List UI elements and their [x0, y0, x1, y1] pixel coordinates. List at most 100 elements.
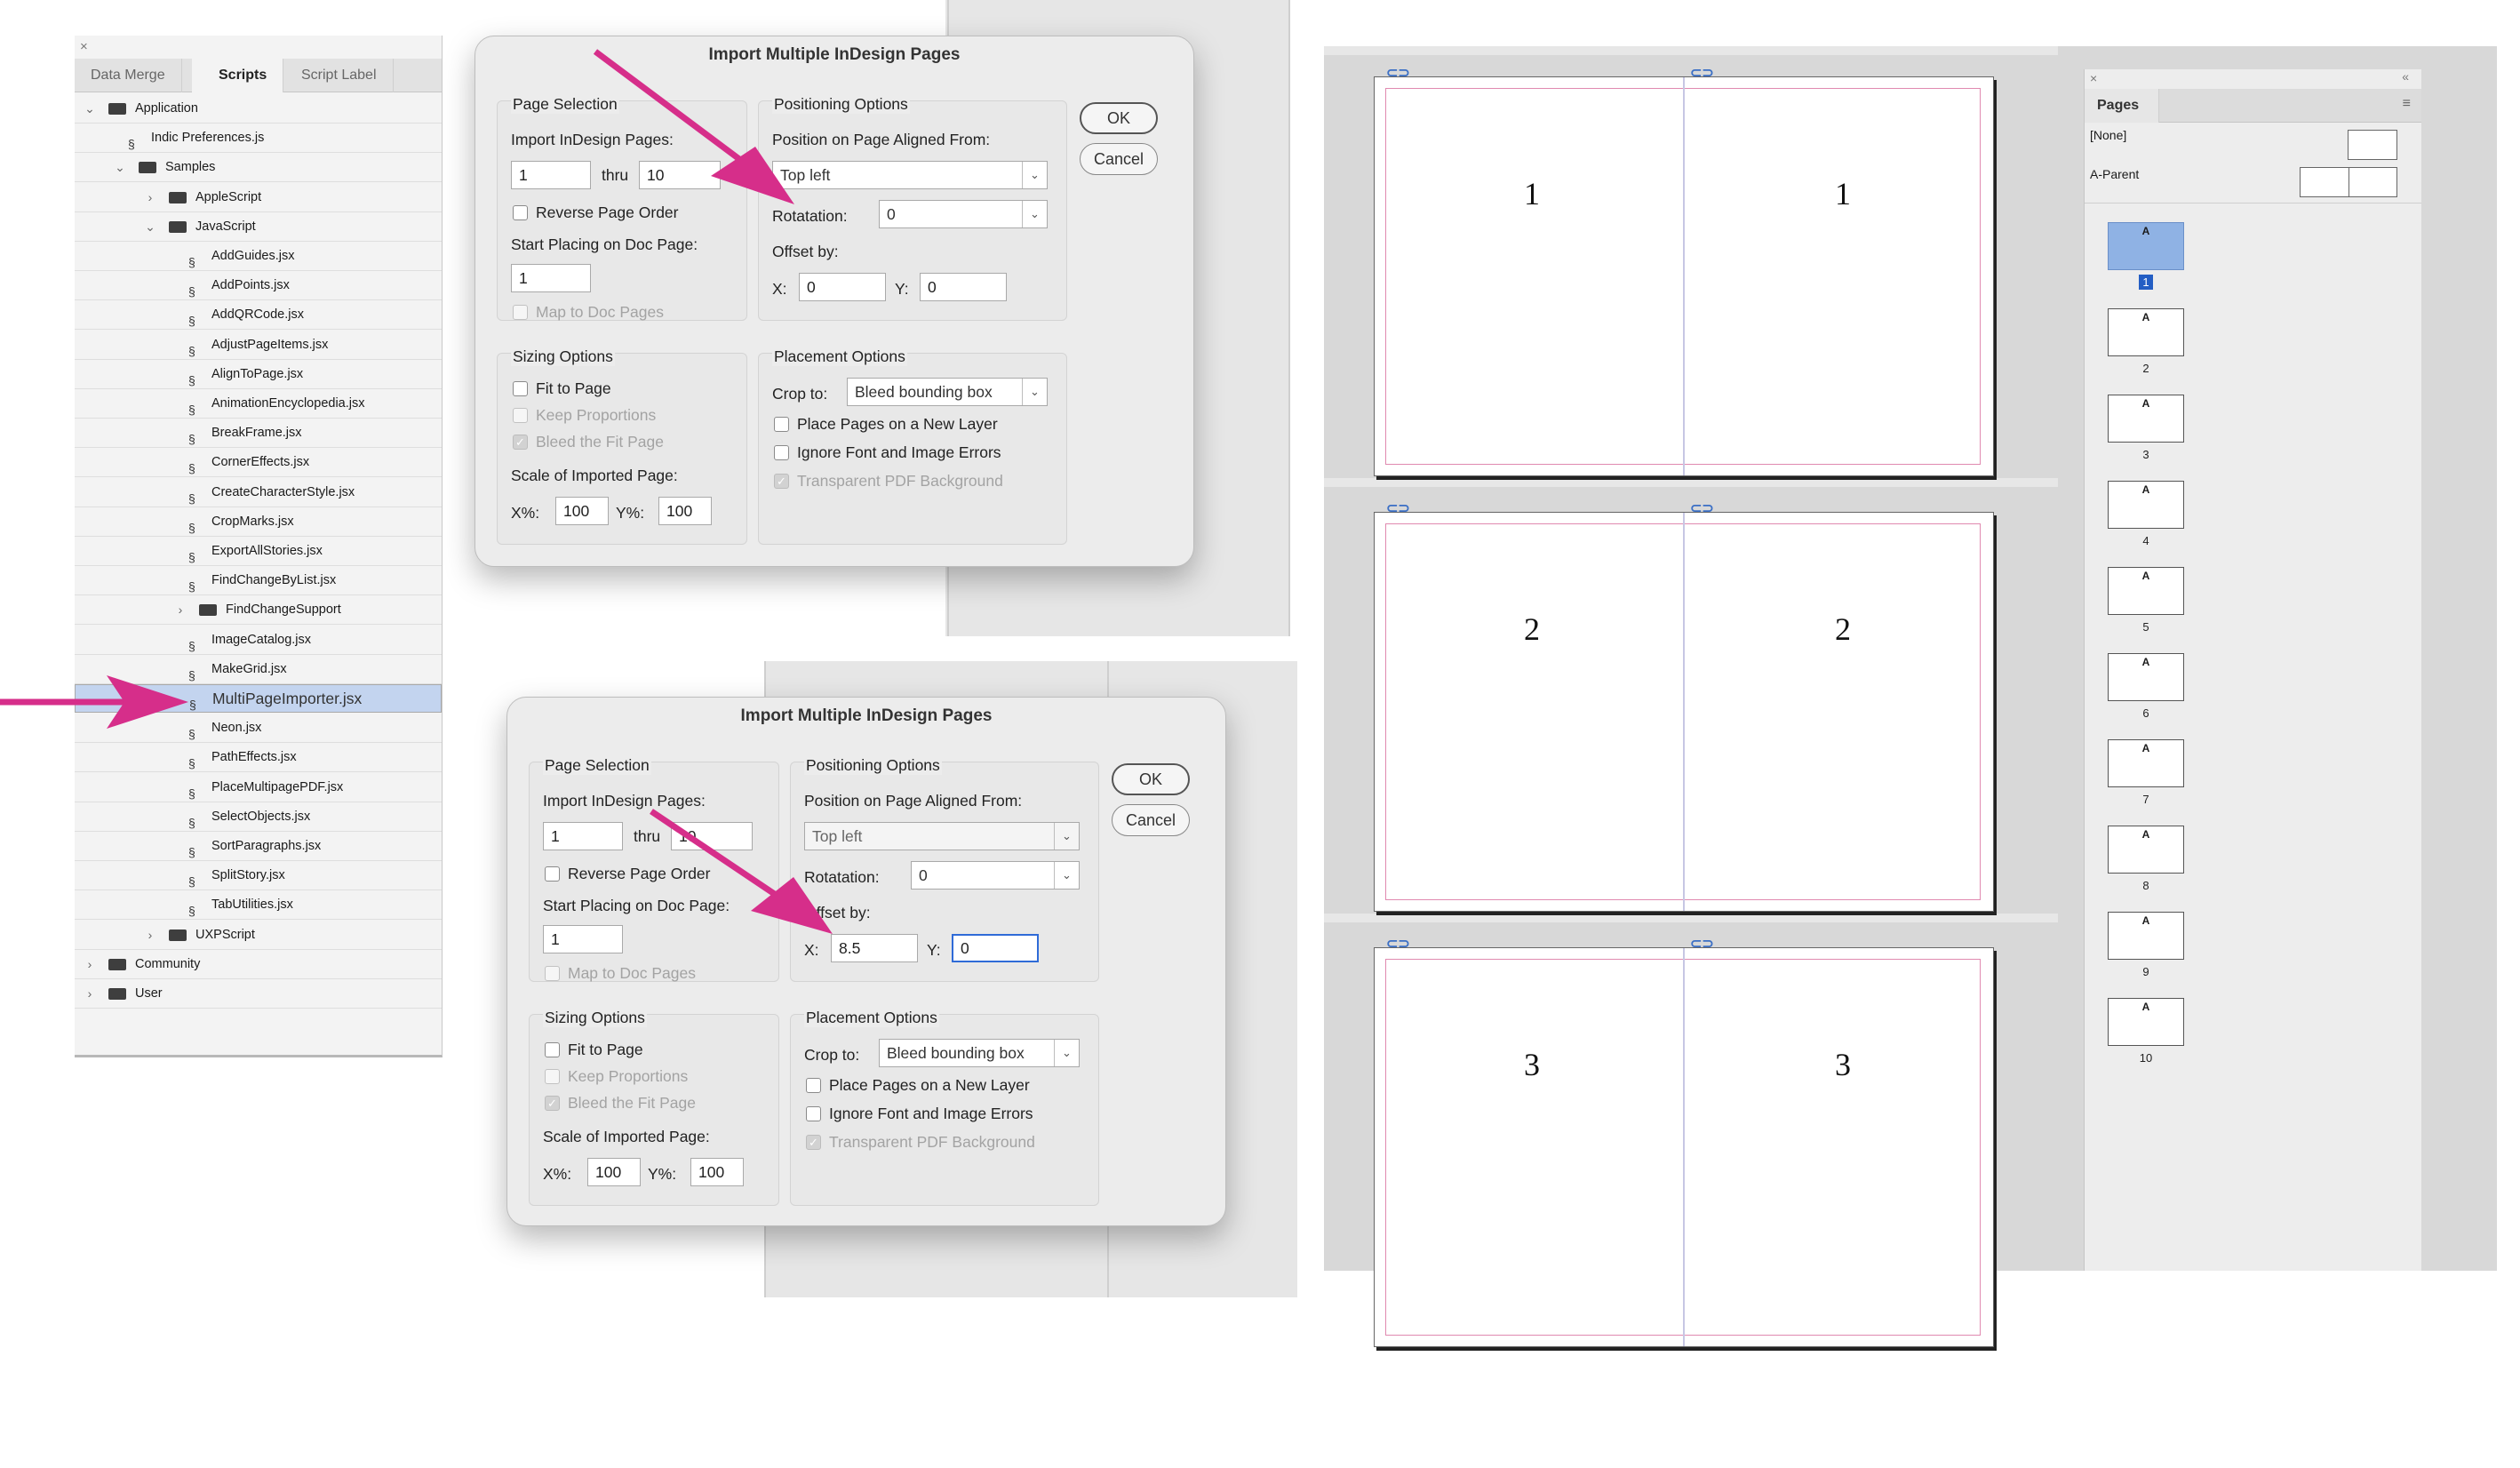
tree-script-row[interactable]: § AddPoints.jsx [75, 271, 442, 301]
from-page-input[interactable]: 1 [511, 161, 591, 189]
link-icon[interactable]: ⊂⊃ [1690, 499, 1714, 517]
tree-script-row[interactable]: § AdjustPageItems.jsx [75, 331, 442, 360]
tree-script-row[interactable]: § ImageCatalog.jsx [75, 626, 442, 655]
scale-x-input[interactable]: 100 [555, 497, 609, 525]
tree-script-row[interactable]: § PathEffects.jsx [75, 743, 442, 773]
page-thumbnail[interactable]: A [2108, 653, 2184, 701]
offset-y-input[interactable]: 0 [952, 934, 1039, 962]
tree-script-row[interactable]: § AddGuides.jsx [75, 242, 442, 271]
spread[interactable]: 11 [1374, 76, 1994, 476]
offset-x-input[interactable]: 8.5 [831, 934, 918, 962]
close-icon[interactable]: × [2090, 71, 2097, 85]
none-parent-label[interactable]: [None] [2090, 128, 2126, 142]
chevron-right-icon[interactable]: › [84, 950, 96, 979]
chevron-right-icon[interactable]: › [174, 595, 187, 625]
page-thumbnail[interactable]: A [2108, 222, 2184, 270]
tree-folder-row[interactable]: ⌄ Samples [75, 153, 442, 183]
chevron-right-icon[interactable]: › [144, 183, 156, 212]
fit-to-page-checkbox[interactable] [513, 381, 528, 396]
close-icon[interactable]: × [80, 39, 88, 54]
tree-script-row[interactable]: § FindChangeByList.jsx [75, 566, 442, 596]
tab-scripts[interactable]: Scripts [192, 59, 284, 92]
tree-script-row[interactable]: § SplitStory.jsx [75, 861, 442, 891]
reverse-order-checkbox[interactable] [545, 866, 560, 882]
bleed-fit-checkbox[interactable]: ✓ [545, 1096, 560, 1111]
page-thumbnail[interactable]: A [2108, 567, 2184, 615]
scale-x-input[interactable]: 100 [587, 1158, 641, 1186]
reverse-order-checkbox[interactable] [513, 205, 528, 220]
tree-folder-row[interactable]: › UXPScript [75, 921, 442, 950]
none-parent-thumb[interactable] [2348, 130, 2397, 160]
page-thumbnail[interactable]: A [2108, 912, 2184, 960]
offset-x-input[interactable]: 0 [799, 273, 886, 301]
new-layer-checkbox[interactable] [806, 1078, 821, 1093]
keep-proportions-checkbox[interactable] [545, 1069, 560, 1084]
position-select[interactable]: Top left ⌄ [804, 822, 1080, 850]
tree-script-row[interactable]: § AddQRCode.jsx [75, 300, 442, 331]
tree-folder-row[interactable]: › AppleScript [75, 183, 442, 212]
tree-script-row[interactable]: § SortParagraphs.jsx [75, 832, 442, 861]
tree-folder-row[interactable]: › FindChangeSupport [75, 595, 442, 626]
offset-y-input[interactable]: 0 [920, 273, 1007, 301]
transparent-bg-checkbox[interactable]: ✓ [774, 474, 789, 489]
scale-y-input[interactable]: 100 [658, 497, 712, 525]
chevron-right-icon[interactable]: › [84, 979, 96, 1009]
bleed-fit-checkbox[interactable]: ✓ [513, 435, 528, 450]
collapse-icon[interactable]: « [2402, 69, 2409, 84]
page-thumbnail[interactable]: A [2108, 481, 2184, 529]
page-thumbnail[interactable]: A [2108, 395, 2184, 443]
rotation-select[interactable]: 0 ⌄ [879, 200, 1048, 228]
new-layer-checkbox[interactable] [774, 417, 789, 432]
tree-script-row[interactable]: § ExportAllStories.jsx [75, 537, 442, 566]
cancel-button[interactable]: Cancel [1080, 143, 1158, 175]
chevron-down-icon[interactable]: ⌄ [114, 153, 126, 182]
spread[interactable]: 22 [1374, 512, 1994, 912]
panel-menu-icon[interactable]: ≡ [2403, 96, 2411, 112]
keep-proportions-checkbox[interactable] [513, 408, 528, 423]
page-thumbnail[interactable]: A [2108, 308, 2184, 356]
tree-script-row[interactable]: § AlignToPage.jsx [75, 360, 442, 389]
link-icon[interactable]: ⊂⊃ [1690, 935, 1714, 953]
map-to-doc-checkbox[interactable] [545, 966, 560, 981]
tree-script-row[interactable]: § TabUtilities.jsx [75, 890, 442, 921]
spread[interactable]: 33 [1374, 947, 1994, 1347]
tab-script-label[interactable]: Script Label [285, 59, 394, 92]
ignore-errors-checkbox[interactable] [806, 1106, 821, 1121]
link-icon[interactable]: ⊂⊃ [1386, 935, 1410, 953]
link-icon[interactable]: ⊂⊃ [1690, 64, 1714, 82]
tree-folder-row[interactable]: ⌄ Application [75, 94, 442, 124]
chevron-down-icon[interactable]: ⌄ [84, 94, 96, 124]
transparent-bg-checkbox[interactable]: ✓ [806, 1135, 821, 1150]
tree-script-row[interactable]: § CreateCharacterStyle.jsx [75, 478, 442, 507]
link-icon[interactable]: ⊂⊃ [1386, 499, 1410, 517]
tree-script-row[interactable]: § PlaceMultipagePDF.jsx [75, 773, 442, 802]
start-page-input[interactable]: 1 [543, 925, 623, 953]
page-thumbnail[interactable]: A [2108, 739, 2184, 787]
page-thumbnail[interactable]: A [2108, 998, 2184, 1046]
tree-folder-row[interactable]: ⌄ JavaScript [75, 212, 442, 242]
position-select[interactable]: Top left ⌄ [772, 161, 1048, 189]
ok-button[interactable]: OK [1112, 763, 1190, 795]
rotation-select[interactable]: 0 ⌄ [911, 861, 1080, 890]
chevron-right-icon[interactable]: › [144, 921, 156, 950]
a-parent-label[interactable]: A-Parent [2090, 167, 2139, 181]
tree-script-row[interactable]: § CornerEffects.jsx [75, 448, 442, 478]
ignore-errors-checkbox[interactable] [774, 445, 789, 460]
fit-to-page-checkbox[interactable] [545, 1042, 560, 1057]
tree-script-row[interactable]: § Indic Preferences.js [75, 124, 442, 154]
tree-script-row[interactable]: § CropMarks.jsx [75, 507, 442, 537]
chevron-down-icon[interactable]: ⌄ [144, 212, 156, 242]
start-page-input[interactable]: 1 [511, 264, 591, 292]
map-to-doc-checkbox[interactable] [513, 305, 528, 320]
crop-select[interactable]: Bleed bounding box ⌄ [847, 378, 1048, 406]
tree-script-row[interactable]: § SelectObjects.jsx [75, 802, 442, 832]
tree-folder-row[interactable]: › Community [75, 950, 442, 979]
crop-select[interactable]: Bleed bounding box ⌄ [879, 1039, 1080, 1067]
ok-button[interactable]: OK [1080, 102, 1158, 134]
from-page-input[interactable]: 1 [543, 822, 623, 850]
tree-folder-row[interactable]: › User [75, 979, 442, 1009]
tab-pages[interactable]: Pages [2085, 89, 2159, 123]
page-thumbnail[interactable]: A [2108, 826, 2184, 874]
scale-y-input[interactable]: 100 [690, 1158, 744, 1186]
a-parent-thumb[interactable] [2300, 167, 2397, 197]
